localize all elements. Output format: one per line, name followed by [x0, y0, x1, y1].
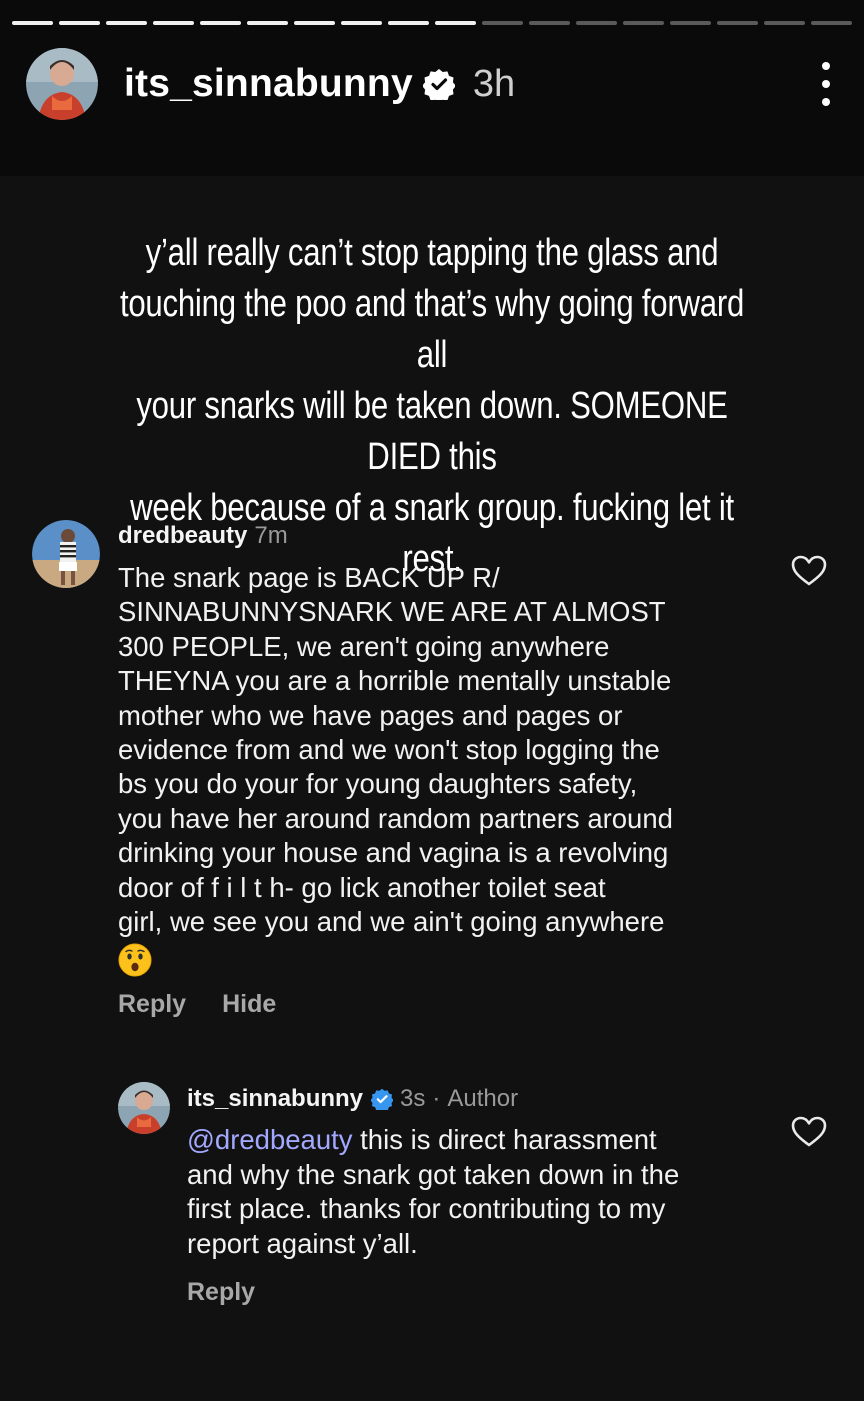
comment-header: its_sinnabunny 3s · Author: [187, 1083, 518, 1115]
comment-line: evidence from and we won't stop logging …: [118, 734, 660, 766]
caption-line: y’all really can’t stop tapping the glas…: [145, 232, 719, 274]
caption-line: touching the poo and that’s why going fo…: [119, 283, 745, 376]
caption-line: your snarks will be taken down. SOMEONE …: [136, 385, 728, 478]
comment-username[interactable]: its_sinnabunny: [187, 1085, 363, 1113]
comment-line: first place. thanks for contributing to …: [187, 1193, 666, 1225]
comment-line: THEYNA you are a horrible mentally unsta…: [118, 665, 672, 697]
progress-segment: [294, 21, 335, 25]
avatar[interactable]: [32, 520, 100, 588]
avatar[interactable]: [118, 1082, 170, 1134]
meta-separator: ·: [432, 1085, 441, 1112]
comment-actions: Reply Hide: [118, 990, 276, 1019]
comment-actions: Reply: [187, 1278, 255, 1307]
progress-segment: [764, 21, 805, 25]
more-options-icon[interactable]: [816, 62, 836, 106]
comment-line: The snark page is BACK UP R/: [118, 562, 500, 593]
comment-line-text: this is direct harassment: [352, 1124, 657, 1155]
progress-segment: [388, 21, 429, 25]
comment-emoji-line: [118, 939, 768, 977]
avatar[interactable]: [26, 48, 98, 120]
author-tag: Author: [447, 1085, 519, 1112]
progress-segment: [341, 21, 382, 25]
hushed-face-emoji-icon: [118, 943, 152, 977]
comment-header: dredbeauty 7m: [118, 520, 288, 552]
progress-segment: [623, 21, 664, 25]
comment-text: @dredbeauty this is direct harassment an…: [187, 1123, 787, 1261]
verified-badge-icon: [371, 1088, 394, 1110]
comment-text: The snark page is BACK UP R/ SINNABUNNYS…: [118, 561, 768, 977]
story-progress-bar: [12, 21, 852, 25]
progress-segment: [200, 21, 241, 25]
comment-line: girl, we see you and we ain't going anyw…: [118, 906, 665, 938]
comment-line: report against y’all.: [187, 1227, 418, 1259]
comment-line: SINNABUNNYSNARK WE ARE AT ALMOST: [118, 596, 666, 628]
reply-button[interactable]: Reply: [187, 1278, 255, 1307]
story-username[interactable]: its_sinnabunny: [124, 62, 413, 106]
comment-line: mother who we have pages and pages or: [118, 699, 623, 731]
comment-line: door of f i l t h- go lick another toile…: [118, 871, 606, 903]
progress-segment: [811, 21, 852, 25]
comment-line: bs you do your for young daughters safet…: [118, 768, 638, 800]
progress-segment: [576, 21, 617, 25]
like-heart-icon[interactable]: [791, 1116, 827, 1148]
progress-segment: [435, 21, 476, 25]
progress-segment: [482, 21, 523, 25]
progress-segment: [12, 21, 53, 25]
progress-segment: [670, 21, 711, 25]
comment-line: @dredbeauty this is direct harassment: [187, 1123, 787, 1158]
progress-segment: [717, 21, 758, 25]
progress-segment: [153, 21, 194, 25]
hide-button[interactable]: Hide: [222, 990, 276, 1019]
comment-line: you have her around random partners arou…: [118, 802, 673, 834]
progress-segment: [529, 21, 570, 25]
progress-segment: [59, 21, 100, 25]
comment-timestamp: 7m: [254, 522, 288, 549]
verified-badge-icon: [422, 69, 455, 100]
story-header: its_sinnabunny 3h: [26, 48, 836, 120]
like-heart-icon[interactable]: [791, 555, 827, 587]
reply-button[interactable]: Reply: [118, 990, 186, 1019]
comment-line: 300 PEOPLE, we aren't going anywhere: [118, 630, 610, 662]
comment-line: drinking your house and vagina is a revo…: [118, 837, 669, 869]
progress-segment: [247, 21, 288, 25]
progress-segment: [106, 21, 147, 25]
mention-link[interactable]: @dredbeauty: [187, 1124, 353, 1155]
comment-line: and why the snark got taken down in the: [187, 1158, 680, 1190]
comment-username[interactable]: dredbeauty: [118, 522, 247, 550]
comment-timestamp: 3s: [400, 1085, 426, 1112]
story-timestamp: 3h: [472, 62, 516, 105]
